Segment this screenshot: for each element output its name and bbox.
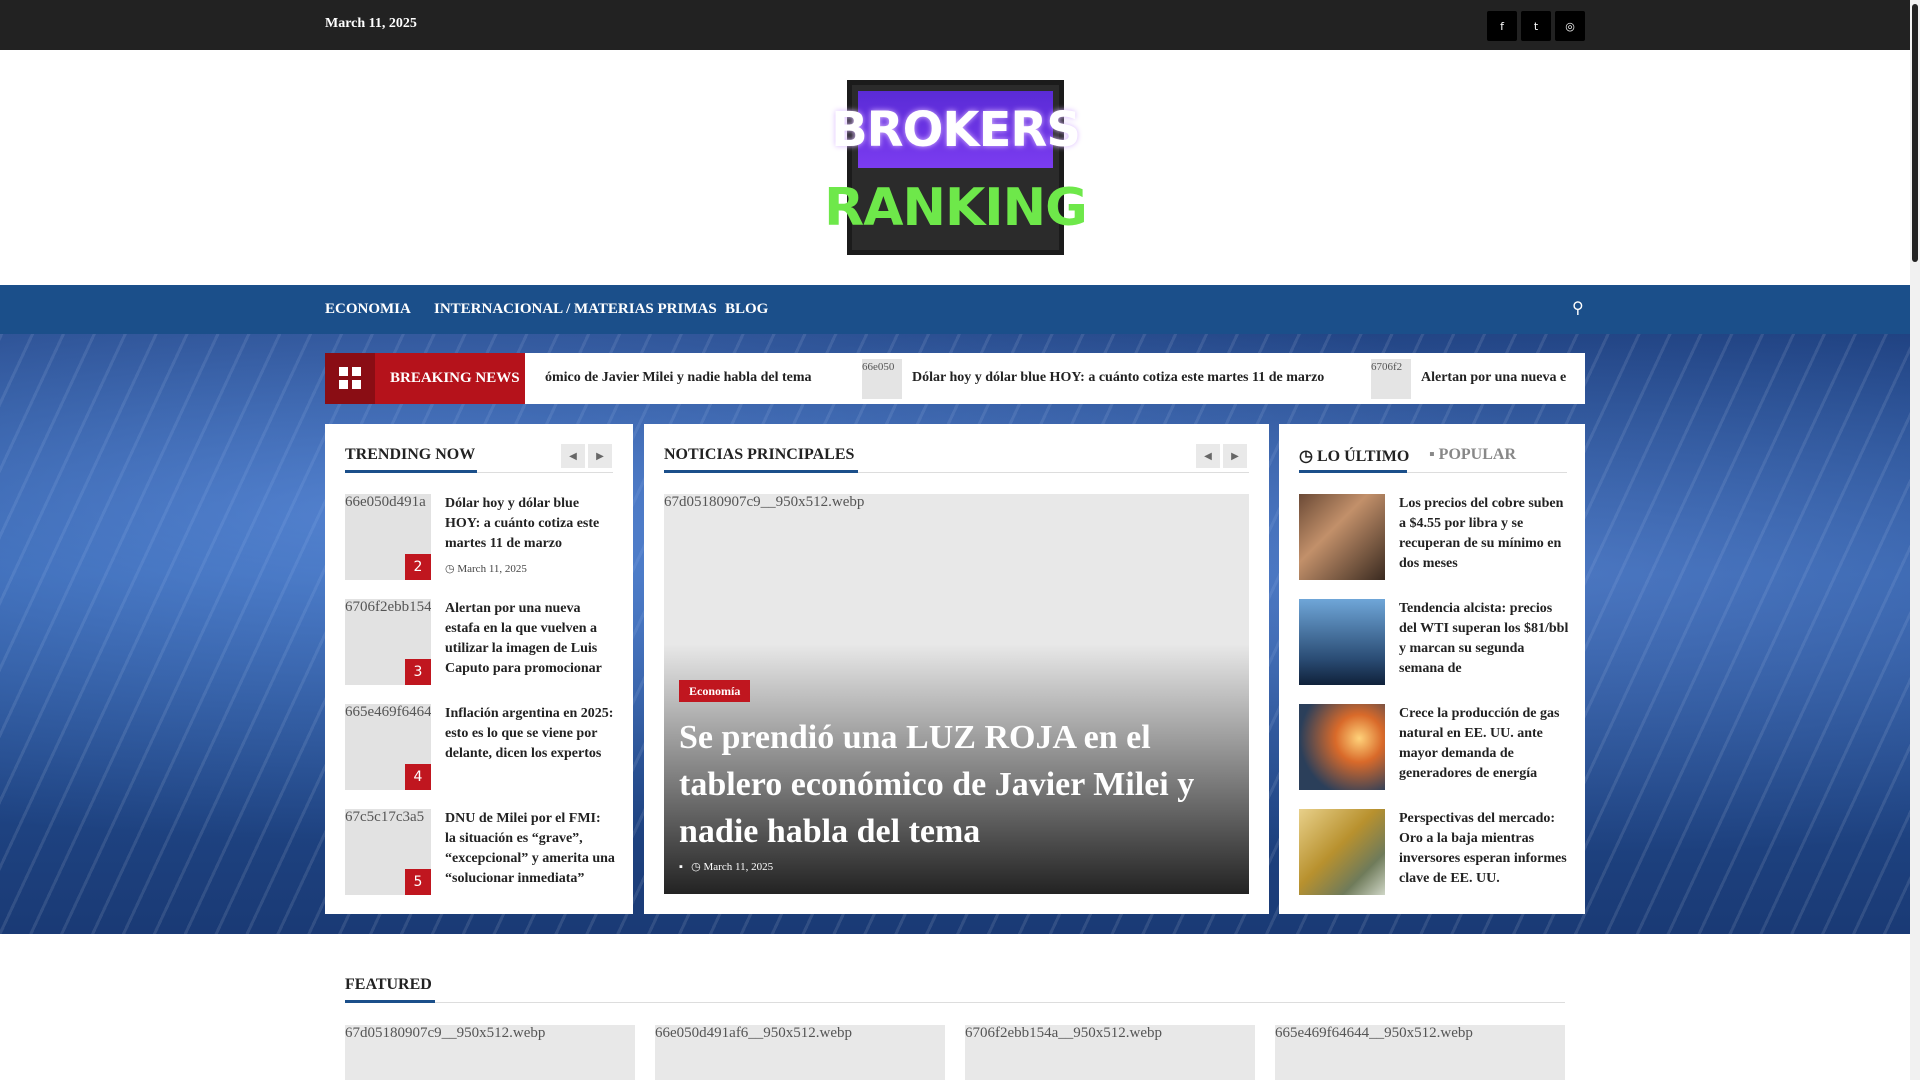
logo-line-1: BROKERS xyxy=(831,91,1081,168)
oil-pumpjack-image[interactable] xyxy=(1299,599,1385,685)
main-story-meta: ▪ ◷ March 11, 2025 xyxy=(679,861,774,873)
section-title: TRENDING NOW xyxy=(345,446,476,463)
section-divider xyxy=(664,470,1249,473)
fire-icon: ▪ xyxy=(1429,446,1439,463)
breaking-news-bar: BREAKING NEWS ómico de Javier Milei y na… xyxy=(325,353,1585,404)
featured-section: FEATURED 67d05180907c9__950x512.webp 66e… xyxy=(325,954,1585,1080)
rank-badge: 2 xyxy=(405,554,431,580)
gold-bars-image[interactable] xyxy=(1299,809,1385,895)
featured-image[interactable]: 665e469f64644__950x512.webp xyxy=(1275,1025,1565,1080)
clock-icon: ◷ xyxy=(691,861,704,873)
rank-badge: 3 xyxy=(405,659,431,685)
author-icon: ▪ xyxy=(679,861,686,873)
main-story-card[interactable]: 67d05180907c9__950x512.webp Economía Se … xyxy=(664,494,1249,894)
gas-plant-image[interactable] xyxy=(1299,704,1385,790)
section-title: FEATURED xyxy=(345,976,432,993)
ticker-item[interactable]: ómico de Javier Milei y nadie habla del … xyxy=(545,370,812,386)
section-divider xyxy=(1299,470,1567,473)
main-nav: ECONOMIA INTERNACIONAL / MATERIAS PRIMAS… xyxy=(0,285,1910,334)
featured-image[interactable]: 6706f2ebb154a__950x512.webp xyxy=(965,1025,1255,1080)
trending-date: ◷ March 11, 2025 xyxy=(445,563,527,575)
section-title: NOTICIAS PRINCIPALES xyxy=(664,446,855,463)
trending-item[interactable]: 6706f2ebb154 3 Alertan por una nueva est… xyxy=(345,599,613,685)
trending-title[interactable]: Dólar hoy y dólar blue HOY: a cuánto cot… xyxy=(445,494,615,558)
next-arrow-icon[interactable]: ▶ xyxy=(1223,444,1247,468)
ticker-thumbnail[interactable]: 66e050 xyxy=(862,359,902,399)
trending-item[interactable]: 67c5c17c3a5 5 DNU de Milei por el FMI: l… xyxy=(345,809,615,895)
page-scrollbar[interactable] xyxy=(1910,0,1920,1080)
section-divider xyxy=(345,1000,1565,1003)
latest-title[interactable]: Perspectivas del mercado: Oro a la baja … xyxy=(1399,809,1569,895)
latest-item[interactable]: Crece la producción de gas natural en EE… xyxy=(1299,704,1567,790)
prev-arrow-icon[interactable]: ◀ xyxy=(1196,444,1220,468)
tab-lo-ultimo[interactable]: ◷ LO ÚLTIMO xyxy=(1299,446,1409,466)
trending-title[interactable]: DNU de Milei por el FMI: la situación es… xyxy=(445,809,615,893)
category-badge[interactable]: Economía xyxy=(679,680,751,702)
latest-item[interactable]: Los precios del cobre suben a $4.55 por … xyxy=(1299,494,1567,580)
breaking-news-label: BREAKING NEWS xyxy=(325,353,525,404)
next-arrow-icon[interactable]: ▶ xyxy=(588,444,612,468)
latest-panel: ◷ LO ÚLTIMO ▪ POPULAR Los precios del co… xyxy=(1279,424,1585,914)
grid-icon xyxy=(325,353,375,404)
trending-item[interactable]: 66e050d491a 2 Dólar hoy y dólar blue HOY… xyxy=(345,494,613,580)
prev-arrow-icon[interactable]: ◀ xyxy=(561,444,585,468)
current-date: March 11, 2025 xyxy=(325,16,417,31)
instagram-icon[interactable]: ◎ xyxy=(1555,11,1585,41)
featured-image[interactable]: 66e050d491af6__950x512.webp xyxy=(655,1025,945,1080)
featured-image[interactable]: 67d05180907c9__950x512.webp xyxy=(345,1025,635,1080)
ticker-thumbnail[interactable]: 6706f2 xyxy=(1371,359,1411,399)
clock-icon: ◷ xyxy=(1299,448,1317,465)
facebook-icon[interactable]: f xyxy=(1487,11,1517,41)
section-divider xyxy=(345,470,613,473)
ticker-item[interactable]: Alertan por una nueva e xyxy=(1421,370,1566,386)
ticker-item[interactable]: Dólar hoy y dólar blue HOY: a cuánto cot… xyxy=(912,370,1324,386)
breaking-news-title: BREAKING NEWS xyxy=(390,370,520,386)
twitter-icon[interactable]: t xyxy=(1521,11,1551,41)
trending-item[interactable]: 665e469f6464 4 Inflación argentina en 20… xyxy=(345,704,613,790)
news-ticker: ómico de Javier Milei y nadie habla del … xyxy=(525,353,1585,404)
trending-panel: TRENDING NOW ◀ ▶ 66e050d491a 2 Dólar hoy… xyxy=(325,424,633,914)
main-headline[interactable]: Se prendió una LUZ ROJA en el tablero ec… xyxy=(679,714,1239,855)
nav-item-economia[interactable]: ECONOMIA xyxy=(325,301,411,318)
latest-item[interactable]: Perspectivas del mercado: Oro a la baja … xyxy=(1299,809,1567,895)
logo-line-2: RANKING xyxy=(824,172,1088,244)
search-icon[interactable]: ⚲ xyxy=(1572,298,1584,317)
rank-badge: 4 xyxy=(405,764,431,790)
copper-pipes-image[interactable] xyxy=(1299,494,1385,580)
clock-icon: ◷ xyxy=(445,563,458,575)
latest-title[interactable]: Los precios del cobre suben a $4.55 por … xyxy=(1399,494,1569,580)
top-bar: March 11, 2025 f t ◎ xyxy=(0,0,1910,50)
main-story-image[interactable]: 67d05180907c9__950x512.webp xyxy=(664,494,864,511)
tab-popular[interactable]: ▪ POPULAR xyxy=(1429,446,1516,464)
trending-title[interactable]: Alertan por una nueva estafa en la que v… xyxy=(445,599,615,683)
scrollbar-thumb[interactable] xyxy=(1912,4,1918,262)
latest-title[interactable]: Tendencia alcista: precios del WTI super… xyxy=(1399,599,1569,685)
latest-item[interactable]: Tendencia alcista: precios del WTI super… xyxy=(1299,599,1569,685)
main-news-panel: NOTICIAS PRINCIPALES ◀ ▶ 67d05180907c9__… xyxy=(644,424,1269,914)
site-logo[interactable]: BROKERS RANKING xyxy=(824,80,1088,255)
latest-title[interactable]: Crece la producción de gas natural en EE… xyxy=(1399,704,1569,790)
nav-item-blog[interactable]: BLOG xyxy=(725,301,768,318)
nav-item-internacional[interactable]: INTERNACIONAL / MATERIAS PRIMAS xyxy=(434,301,717,318)
rank-badge: 5 xyxy=(405,869,431,895)
trending-title[interactable]: Inflación argentina en 2025: esto es lo … xyxy=(445,704,615,788)
